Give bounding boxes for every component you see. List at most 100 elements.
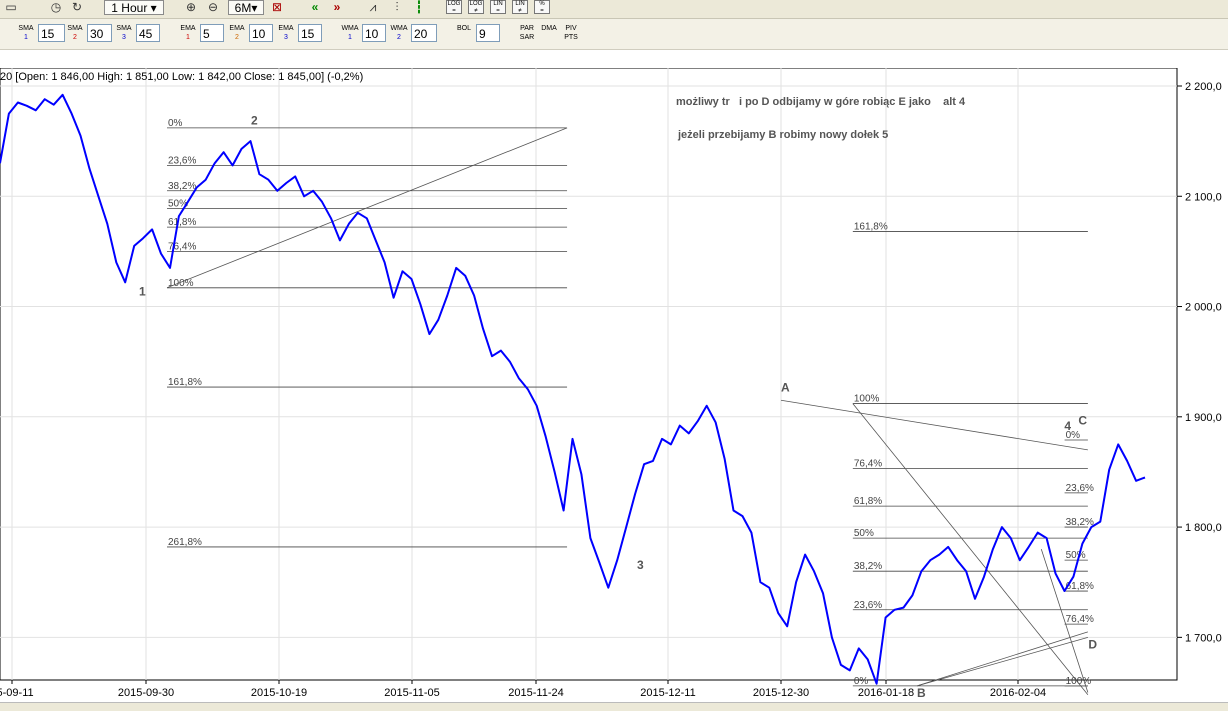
refresh-icon[interactable]: ↻ xyxy=(68,0,86,15)
ema2-name: EMA xyxy=(229,25,245,32)
parsar-button[interactable]: PAR SAR xyxy=(518,24,536,44)
wma2-label[interactable]: WMA 2 xyxy=(390,24,408,44)
main-toolbar: ▭ ◷ ↻ 1 Hour ▾ ⊕ ⊖ 6M▾ ⊠ « » ⩘ ⫶ ┇ LOG = … xyxy=(0,0,1228,19)
percent-top: % xyxy=(539,1,545,7)
x-tick-label: 2016-01-18 xyxy=(858,687,914,699)
fib-level-label: 38,2% xyxy=(168,181,196,192)
wave-label: B xyxy=(917,686,926,700)
scroll-right-icon[interactable]: » xyxy=(328,0,346,15)
wave-label: 1 xyxy=(139,285,146,299)
wma2-input[interactable]: 20 xyxy=(411,24,437,42)
bar-chart-icon[interactable]: ⫶ xyxy=(388,0,406,15)
dma-button[interactable]: DMA xyxy=(540,24,558,44)
fib-level-label: 23,6% xyxy=(1066,483,1094,494)
log-equal-button[interactable]: LOG = xyxy=(446,0,462,14)
sma3-index: 3 xyxy=(122,34,126,41)
wave-label: C xyxy=(1078,414,1087,428)
y-tick-label: 2 200,0 xyxy=(1185,81,1222,93)
sma3-label[interactable]: SMA 3 xyxy=(115,24,133,44)
fib-level-label: 38,2% xyxy=(854,561,882,572)
ema3-input[interactable]: 15 xyxy=(298,24,322,42)
parsar-bottom: SAR xyxy=(519,34,535,41)
log-notequal-top: LOG xyxy=(469,1,483,7)
fib-level-label: 100% xyxy=(168,278,194,289)
ema1-label[interactable]: EMA 1 xyxy=(179,24,197,44)
fib-level-label: 23,6% xyxy=(854,600,882,611)
sma1-input[interactable]: 15 xyxy=(38,24,65,42)
chart-fit-icon[interactable]: ⊠ xyxy=(268,0,286,15)
timeframe-select[interactable]: 1 Hour ▾ xyxy=(104,0,164,15)
sma1-label[interactable]: SMA 1 xyxy=(17,24,35,44)
fib-level-label: 23,6% xyxy=(168,155,196,166)
new-window-icon[interactable]: ▭ xyxy=(2,0,20,15)
sma1-name: SMA xyxy=(18,25,34,32)
percent-bottom: = xyxy=(540,8,544,14)
x-tick-label: 2015-10-19 xyxy=(251,687,307,699)
x-tick-label: 2016-02-04 xyxy=(990,687,1046,699)
clock-icon[interactable]: ◷ xyxy=(47,0,65,15)
wave-label: A xyxy=(781,380,790,394)
dma-top: DMA xyxy=(541,25,557,32)
percent-button[interactable]: % = xyxy=(534,0,550,14)
line-chart-icon[interactable]: ⩘ xyxy=(364,0,382,15)
x-tick-label: 15-09-11 xyxy=(0,687,34,699)
sma3-input[interactable]: 45 xyxy=(136,24,160,42)
fib-level-label: 38,2% xyxy=(1066,517,1094,528)
ema2-input[interactable]: 10 xyxy=(249,24,273,42)
note-1: możliwy tr i po D odbijamy w góre robiąc… xyxy=(676,96,966,108)
y-tick-label: 2 100,0 xyxy=(1185,191,1222,203)
sma2-input[interactable]: 30 xyxy=(87,24,112,42)
fib-level-label: 261,8% xyxy=(168,537,202,548)
price-chart[interactable]: 0%23,6%38,2%50%61,8%76,4%100%161,8%261,8… xyxy=(0,68,1228,702)
sma2-label[interactable]: SMA 2 xyxy=(66,24,84,44)
bol-input[interactable]: 9 xyxy=(476,24,500,42)
sma2-name: SMA xyxy=(67,25,83,32)
log-notequal-button[interactable]: LOG ≠ xyxy=(468,0,484,14)
x-tick-label: 2015-11-05 xyxy=(384,687,439,699)
ema1-index: 1 xyxy=(186,34,190,41)
sma3-name: SMA xyxy=(116,25,132,32)
fib-level-label: 50% xyxy=(854,528,874,539)
wma1-name: WMA xyxy=(341,25,359,32)
log-equal-top: LOG xyxy=(447,1,461,7)
range-select[interactable]: 6M▾ xyxy=(228,0,264,15)
x-tick-label: 2015-11-24 xyxy=(508,687,563,699)
wma2-name: WMA xyxy=(390,25,408,32)
wma1-index: 1 xyxy=(348,34,352,41)
chart-title: 20 [Open: 1 846,00 High: 1 851,00 Low: 1… xyxy=(0,71,363,83)
note-2: jeżeli przebijamy B robimy nowy dołek 5 xyxy=(677,129,888,141)
fib-level-label: 61,8% xyxy=(168,217,196,228)
pivpts-bottom: PTS xyxy=(564,34,578,41)
ema1-name: EMA xyxy=(180,25,196,32)
bol-name: BOL xyxy=(456,25,471,32)
ema1-input[interactable]: 5 xyxy=(200,24,224,42)
lin-equal-button[interactable]: LIN = xyxy=(490,0,506,14)
scroll-left-icon[interactable]: « xyxy=(306,0,324,15)
y-tick-label: 2 000,0 xyxy=(1185,302,1222,314)
x-tick-label: 2015-12-30 xyxy=(753,687,809,699)
wma1-input[interactable]: 10 xyxy=(362,24,386,42)
ema3-label[interactable]: EMA 3 xyxy=(277,24,295,44)
candle-chart-icon[interactable]: ┇ xyxy=(410,0,428,15)
wave-label: 2 xyxy=(251,114,258,128)
fib-level-label: 61,8% xyxy=(854,496,882,507)
lin-equal-bottom: = xyxy=(496,8,500,14)
wave-label: 3 xyxy=(637,558,644,572)
ema2-label[interactable]: EMA 2 xyxy=(228,24,246,44)
lin-notequal-bottom: ≠ xyxy=(518,8,522,14)
pivpts-button[interactable]: PIV PTS xyxy=(562,24,580,44)
zoom-out-icon[interactable]: ⊖ xyxy=(204,0,222,15)
zoom-in-icon[interactable]: ⊕ xyxy=(182,0,200,15)
ema2-index: 2 xyxy=(235,34,239,41)
wma1-label[interactable]: WMA 1 xyxy=(341,24,359,44)
parsar-top: PAR xyxy=(520,25,534,32)
fib-level-label: 100% xyxy=(1066,676,1092,687)
indicator-toolbar: SMA 1 15 SMA 2 30 SMA 3 45 EMA 1 5 EMA 2 10 E… xyxy=(0,19,1228,50)
lin-notequal-button[interactable]: LIN ≠ xyxy=(512,0,528,14)
fib-level-label: 161,8% xyxy=(854,222,888,233)
bol-label[interactable]: BOL xyxy=(455,24,473,44)
y-tick-label: 1 700,0 xyxy=(1185,632,1222,644)
pivpts-top: PIV xyxy=(565,25,577,32)
lin-notequal-top: LIN xyxy=(515,1,525,7)
y-tick-label: 1 900,0 xyxy=(1185,412,1222,424)
